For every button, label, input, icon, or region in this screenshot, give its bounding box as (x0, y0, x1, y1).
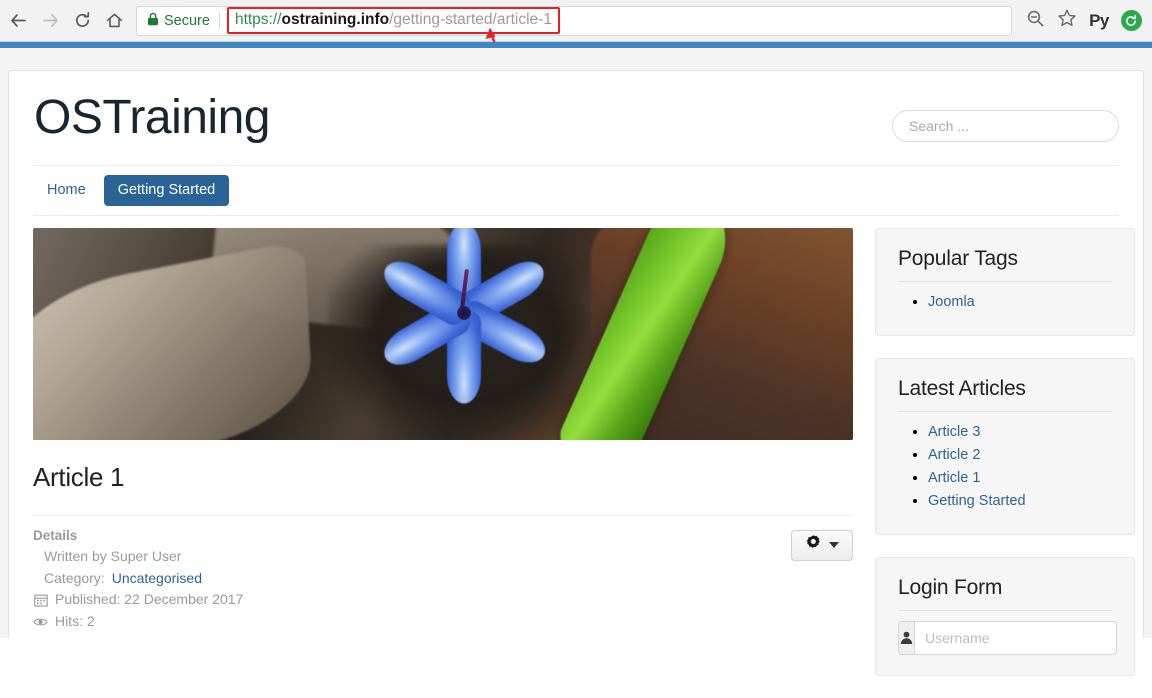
latest-article-link[interactable]: Getting Started (928, 493, 1026, 509)
module-title: Latest Articles (898, 376, 1026, 400)
reload-button[interactable] (66, 5, 98, 37)
profile-avatar-icon (1120, 10, 1142, 31)
nav-item-getting-started[interactable]: Getting Started (103, 175, 230, 206)
module-popular-tags: Popular Tags Joomla (875, 227, 1135, 336)
article-options-button[interactable] (791, 529, 853, 561)
back-arrow-icon (9, 11, 28, 30)
module-login-form: Login Form (875, 556, 1135, 676)
url-highlight-box[interactable]: https://ostraining.info/getting-started/… (226, 7, 560, 34)
zoom-out-icon (1026, 9, 1045, 33)
navigation-buttons (0, 5, 130, 37)
bookmark-star-icon (1057, 8, 1077, 33)
address-bar[interactable]: Secure https://ostraining.info/getting-s… (136, 5, 1012, 36)
site-container: OSTraining Home Getting Started (8, 70, 1144, 676)
module-divider (898, 410, 1112, 412)
meta-published-text: Published: 22 December 2017 (55, 591, 244, 608)
eye-icon (33, 616, 48, 628)
calendar-icon (33, 593, 48, 607)
list-item: Article 1 (928, 468, 1112, 489)
article-details: Details Written by Super User Category: … (33, 516, 853, 633)
forward-button[interactable] (34, 5, 66, 37)
bookmark-button[interactable] (1052, 6, 1082, 36)
latest-articles-list: Article 3 Article 2 Article 1 Getting St… (898, 422, 1112, 512)
security-indicator[interactable]: Secure (136, 12, 219, 30)
gear-icon (805, 534, 822, 556)
sidebar: Popular Tags Joomla Latest Articles Arti… (875, 227, 1135, 698)
back-button[interactable] (2, 5, 34, 37)
module-divider (898, 609, 1112, 611)
details-label: Details (33, 527, 78, 543)
url-path: /getting-started/article-1 (389, 11, 552, 28)
latest-article-link[interactable]: Article 2 (928, 447, 980, 463)
zoom-out-button[interactable] (1020, 6, 1050, 36)
url-scheme: https:// (234, 11, 282, 28)
url-host: ostraining.info (281, 11, 390, 28)
home-button[interactable] (98, 5, 130, 37)
meta-author-text: Written by Super User (44, 547, 182, 564)
site-header: OSTraining (33, 71, 1119, 143)
meta-category-link[interactable]: Uncategorised (112, 568, 202, 590)
list-item: Article 2 (928, 445, 1112, 466)
meta-category: Category: Uncategorised (33, 568, 243, 590)
profile-button[interactable] (1116, 6, 1146, 36)
hero-dry-leaf (33, 239, 314, 440)
popular-tags-list: Joomla (898, 292, 1112, 313)
home-icon (105, 11, 124, 30)
latest-article-link[interactable]: Article 3 (928, 424, 980, 440)
meta-published: Published: 22 December 2017 (33, 589, 243, 611)
forward-arrow-icon (41, 11, 60, 30)
list-item: Joomla (928, 292, 1112, 313)
latest-article-link[interactable]: Article 1 (928, 470, 980, 486)
nav-item-home[interactable]: Home (33, 175, 100, 206)
omnibox-divider (218, 12, 220, 29)
python-extension-icon: Py (1089, 10, 1109, 30)
meta-category-label: Category: (44, 569, 105, 586)
main-navigation: Home Getting Started (33, 166, 1119, 215)
python-extension-button[interactable]: Py (1084, 6, 1114, 36)
meta-hits-text: Hits: 2 (55, 612, 95, 629)
chevron-down-icon (829, 542, 839, 549)
module-title: Popular Tags (898, 246, 1018, 270)
module-title: Login Form (898, 575, 1003, 599)
article-meta-list: Written by Super User Category: Uncatego… (33, 543, 243, 633)
list-item: Article 3 (928, 422, 1112, 443)
search-input[interactable] (892, 110, 1119, 142)
article-hero-image (33, 227, 853, 440)
toolbar-right-icons: Py (1020, 6, 1152, 36)
security-label: Secure (164, 12, 210, 29)
meta-hits: Hits: 2 (33, 611, 243, 633)
article-column: Article 1 Details Written by Super User … (33, 227, 853, 698)
module-divider (898, 280, 1112, 282)
meta-author: Written by Super User (33, 546, 243, 568)
reload-icon (73, 11, 92, 30)
site-title: OSTraining (34, 91, 270, 144)
article-title: Article 1 (33, 461, 125, 492)
browser-toolbar: Secure https://ostraining.info/getting-s… (0, 0, 1152, 42)
main-layout: Article 1 Details Written by Super User … (33, 216, 1135, 698)
tag-link-joomla[interactable]: Joomla (928, 294, 975, 310)
module-latest-articles: Latest Articles Article 3 Article 2 Arti… (875, 357, 1135, 535)
lock-icon (147, 12, 159, 30)
list-item: Getting Started (928, 491, 1112, 512)
